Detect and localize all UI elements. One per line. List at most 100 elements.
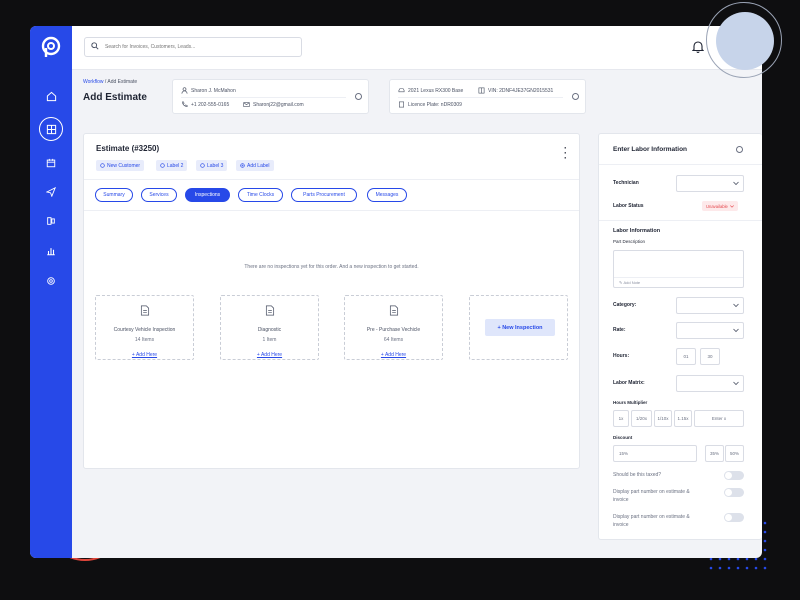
tag-icon bbox=[200, 163, 205, 168]
estimate-title: Estimate (#3250) bbox=[96, 144, 160, 153]
decorative-circle bbox=[706, 2, 782, 78]
breadcrumb: Workflow / Add Estimate bbox=[83, 79, 137, 85]
hours-minute-input[interactable]: 30 bbox=[700, 348, 720, 365]
hours-hour-input[interactable]: 01 bbox=[676, 348, 696, 365]
category-select[interactable] bbox=[676, 297, 744, 314]
bell-icon[interactable] bbox=[692, 40, 704, 53]
labor-panel-close-button[interactable] bbox=[736, 146, 743, 153]
search-icon bbox=[91, 42, 99, 50]
tab-parts-procurement[interactable]: Parts Procurement bbox=[291, 188, 357, 202]
vehicle-divider bbox=[398, 97, 563, 98]
discount-input[interactable]: 15% bbox=[613, 445, 697, 462]
more-options-icon[interactable]: · · · bbox=[564, 144, 567, 163]
part-description-input[interactable]: ✎ Add Note bbox=[613, 250, 744, 288]
decorative-dot bbox=[763, 557, 767, 561]
dashboard-icon[interactable] bbox=[39, 117, 63, 141]
decorative-dot bbox=[736, 566, 740, 570]
labor-status-badge[interactable]: Unavailable bbox=[702, 201, 738, 211]
tab-time-clocks[interactable]: Time Clocks bbox=[238, 188, 283, 202]
part-number-toggle[interactable] bbox=[724, 488, 744, 497]
vehicle-model-row: 2021 Lexus RX300 Base bbox=[398, 87, 463, 94]
multiplier-1-20x[interactable]: 1/20x bbox=[631, 410, 652, 427]
breadcrumb-link[interactable]: Workflow bbox=[83, 79, 103, 85]
add-note-bar[interactable]: ✎ Add Note bbox=[614, 277, 743, 287]
logo-icon[interactable] bbox=[40, 36, 62, 58]
part-description-label: Part Description bbox=[613, 239, 646, 244]
customer-edit-button[interactable] bbox=[355, 93, 362, 100]
inspection-count: 1 Item bbox=[262, 337, 277, 343]
decorative-dot bbox=[763, 539, 767, 543]
inspection-add-link[interactable]: + Add Here bbox=[257, 352, 282, 358]
customer-phone: +1 202-555-0165 bbox=[191, 101, 230, 108]
topbar bbox=[72, 26, 762, 70]
rate-select[interactable] bbox=[676, 322, 744, 339]
labor-panel-title: Enter Labor Information bbox=[613, 146, 688, 153]
inspection-name: Diagnostic bbox=[257, 327, 282, 333]
discount-option-50[interactable]: 50% bbox=[725, 445, 744, 462]
inspection-add-link[interactable]: + Add Here bbox=[381, 352, 406, 358]
page-title: Add Estimate bbox=[83, 92, 147, 103]
label-chip-label-2[interactable]: Label 2 bbox=[156, 160, 188, 171]
plus-circle-icon bbox=[240, 163, 245, 168]
inspection-card[interactable]: Courtesy Vehicle Inspection 14 Items + A… bbox=[95, 295, 194, 360]
decorative-dot bbox=[709, 557, 713, 561]
tab-inspections[interactable]: Inspections bbox=[185, 188, 230, 202]
part-number-toggle-2[interactable] bbox=[724, 513, 744, 522]
settings-icon[interactable] bbox=[41, 271, 61, 291]
inspection-card[interactable]: Pre - Purchase Vechicle 64 Items + Add H… bbox=[344, 295, 443, 360]
label-chip-label-3[interactable]: Label 3 bbox=[196, 160, 228, 171]
decorative-dot bbox=[754, 566, 758, 570]
inspection-count: 14 Items bbox=[134, 337, 155, 343]
discount-label: Discount bbox=[613, 435, 633, 440]
multiplier-1-15x[interactable]: 1.15x bbox=[674, 410, 692, 427]
inspection-name: Courtesy Vehicle Inspection bbox=[113, 327, 176, 333]
estimate-panel: Estimate (#3250) · · · New Customer Label … bbox=[83, 133, 580, 469]
hours-multiplier-label: Hours Multiplier bbox=[613, 400, 648, 405]
add-note-label: Add Note bbox=[623, 280, 641, 285]
tab-services[interactable]: Services bbox=[141, 188, 177, 202]
inventory-icon[interactable] bbox=[41, 211, 61, 231]
new-inspection-button[interactable]: + New Inspection bbox=[485, 319, 555, 336]
document-icon bbox=[265, 305, 274, 316]
reports-icon[interactable] bbox=[41, 241, 61, 261]
car-icon bbox=[398, 88, 405, 93]
inspection-count: 64 Items bbox=[383, 337, 404, 343]
label-chip-text: New Customer bbox=[107, 162, 141, 169]
taxed-toggle[interactable] bbox=[724, 471, 744, 480]
labor-title-divider bbox=[599, 164, 762, 165]
breadcrumb-current: Add Estimate bbox=[107, 79, 138, 85]
multiplier-1-10x[interactable]: 1/10x bbox=[654, 410, 672, 427]
category-label: Category: bbox=[613, 302, 637, 308]
inspection-card[interactable]: Diagnostic 1 Item + Add Here bbox=[220, 295, 319, 360]
tabs-divider bbox=[84, 210, 579, 211]
calendar-icon[interactable] bbox=[41, 153, 61, 173]
label-chip-new-customer[interactable]: New Customer bbox=[96, 160, 145, 171]
labor-matrix-select[interactable] bbox=[676, 375, 744, 392]
taxed-toggle-label: Should be this taxed? bbox=[613, 472, 662, 478]
discount-option-35[interactable]: 35% bbox=[705, 445, 724, 462]
labor-status-label: Labor Status bbox=[613, 203, 644, 209]
vehicle-edit-button[interactable] bbox=[572, 93, 579, 100]
customer-card: Sharon J. McMahon +1 202-555-0165 Sharon… bbox=[172, 79, 369, 114]
customer-divider bbox=[181, 97, 346, 98]
home-icon[interactable] bbox=[41, 86, 61, 106]
add-label-button[interactable]: Add Label bbox=[236, 160, 274, 171]
mail-icon bbox=[243, 102, 250, 107]
customer-name-row: Sharon J. McMahon bbox=[181, 87, 236, 94]
decorative-dot bbox=[745, 566, 749, 570]
sidebar bbox=[30, 26, 72, 558]
inspection-name: Pre - Purchase Vechicle bbox=[366, 327, 421, 333]
decorative-dot bbox=[763, 548, 767, 552]
user-icon bbox=[181, 87, 188, 94]
multiplier-custom-input[interactable]: Enter x bbox=[694, 410, 744, 427]
inspection-add-link[interactable]: + Add Here bbox=[132, 352, 157, 358]
vehicle-vin-row: VIN: 2DNF4JE37GN2015531 bbox=[478, 87, 553, 94]
technician-select[interactable] bbox=[676, 175, 744, 192]
tab-summary[interactable]: Summary bbox=[95, 188, 133, 202]
multiplier-1x[interactable]: 1x bbox=[613, 410, 629, 427]
decorative-dot bbox=[754, 557, 758, 561]
tab-messages[interactable]: Messages bbox=[367, 188, 407, 202]
send-icon[interactable] bbox=[41, 182, 61, 202]
search-input[interactable] bbox=[105, 40, 295, 54]
tag-icon bbox=[160, 163, 165, 168]
